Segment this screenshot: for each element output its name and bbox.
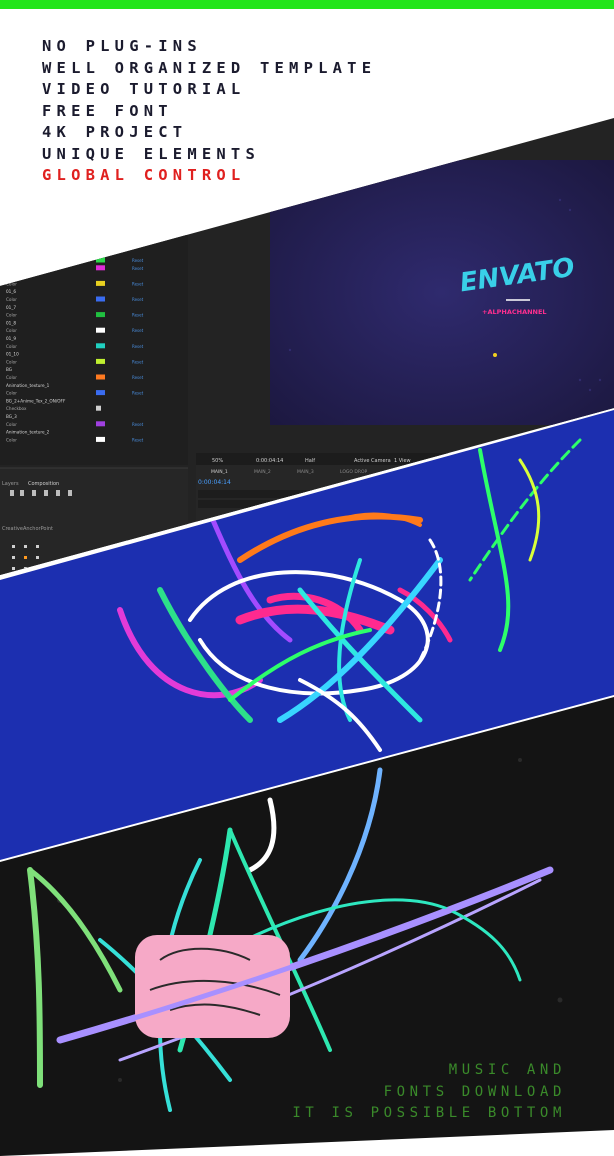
alpha-channel-text: +ALPHACHANNEL xyxy=(482,308,547,316)
effect-row-label: Color xyxy=(6,391,17,396)
tab-main-1[interactable]: MAIN_1 xyxy=(211,469,228,475)
reset-link[interactable]: Reset xyxy=(132,281,144,286)
reset-link[interactable]: Reset xyxy=(132,391,144,396)
effect-row-label: BG xyxy=(6,367,12,372)
effect-row-label: Color xyxy=(6,328,17,333)
reset-link[interactable]: Reset xyxy=(132,375,144,380)
color-swatch[interactable] xyxy=(96,280,105,286)
effect-row-label: Color xyxy=(6,375,17,380)
tab-logo-drop[interactable]: LOGO DROP xyxy=(340,469,367,475)
reset-link[interactable]: Reset xyxy=(132,297,144,302)
color-swatch[interactable] xyxy=(96,390,105,396)
effect-row-label: 01_5 xyxy=(6,274,16,279)
reset-link[interactable]: Reset xyxy=(132,344,144,349)
reset-link[interactable]: Reset xyxy=(132,266,144,271)
effect-row-label: 01_10 xyxy=(6,352,19,357)
camera-select[interactable]: Active Camera xyxy=(354,458,391,464)
viewer-timecode[interactable]: 0:00:04:14 xyxy=(256,458,283,464)
reset-link[interactable]: Reset xyxy=(132,258,144,263)
tab-main-2[interactable]: MAIN_2 xyxy=(254,469,271,475)
effect-row-label: Color xyxy=(6,313,17,318)
effect-row-label: Animation_texture_1 xyxy=(6,383,50,388)
feature-item: 4K PROJECT xyxy=(42,123,188,141)
effect-row-label: 01_9 xyxy=(6,336,16,341)
effect-row-label: Color xyxy=(6,437,17,442)
effect-row-label: Color xyxy=(6,422,17,427)
color-swatch[interactable] xyxy=(96,343,105,349)
color-swatch[interactable] xyxy=(96,265,105,271)
view-select[interactable]: 1 View xyxy=(394,458,411,464)
color-swatch[interactable] xyxy=(96,436,105,442)
reset-link[interactable]: Reset xyxy=(132,313,144,318)
feature-item: VIDEO TUTORIAL xyxy=(42,80,246,98)
feature-item-highlight: GLOBAL CONTROL xyxy=(42,166,246,184)
effect-row-label: Color xyxy=(6,266,17,271)
color-swatch[interactable] xyxy=(96,312,105,318)
timeline-timecode[interactable]: 0:00:04:14 xyxy=(198,479,231,486)
color-swatch[interactable] xyxy=(96,358,105,364)
checkbox[interactable] xyxy=(96,405,101,411)
color-swatch[interactable] xyxy=(96,296,105,302)
effect-row-label: Animation_texture_2 xyxy=(6,430,50,435)
download-note: MUSIC AND FONTS DOWNLOAD IT IS POSSIBLE … xyxy=(292,1060,566,1125)
effect-row-label: 01_6 xyxy=(6,289,16,294)
effect-row-label: Color xyxy=(6,344,17,349)
feature-item: UNIQUE ELEMENTS xyxy=(42,144,260,163)
feature-item: NO PLUG-INS xyxy=(42,37,202,55)
effect-row-label: Color xyxy=(6,281,17,286)
reset-link[interactable]: Reset xyxy=(132,422,144,427)
layers-mode[interactable]: Composition xyxy=(28,481,59,487)
effect-row-label: BG_3 xyxy=(6,414,17,419)
download-note-line: FONTS DOWNLOAD xyxy=(383,1083,566,1100)
reset-link[interactable]: Reset xyxy=(132,359,144,364)
reset-link[interactable]: Reset xyxy=(132,328,144,333)
feature-item: WELL ORGANIZED TEMPLATE xyxy=(42,58,377,77)
download-note-line: MUSIC AND xyxy=(448,1062,566,1078)
zoom-level[interactable]: 50% xyxy=(212,458,223,464)
effect-row-label: Color xyxy=(6,297,17,302)
effect-row-label: 01_8 xyxy=(6,320,16,325)
color-swatch[interactable] xyxy=(96,374,105,380)
feature-list: NO PLUG-INS WELL ORGANIZED TEMPLATE VIDE… xyxy=(42,36,376,187)
composition-viewer[interactable] xyxy=(270,160,614,425)
download-note-line: IT IS POSSIBLE BOTTOM xyxy=(292,1105,566,1121)
color-swatch[interactable] xyxy=(96,327,105,333)
effect-row-label: Color xyxy=(6,359,17,364)
effect-row-label: BG_2+Anime_Tex_2_ON/OFF xyxy=(6,398,66,403)
layers-label: Layers xyxy=(2,481,19,487)
effect-row-label: 01_7 xyxy=(6,305,16,310)
effect-row-label: Color xyxy=(6,258,17,263)
resolution-select[interactable]: Half xyxy=(305,458,315,464)
tab-main-3[interactable]: MAIN_3 xyxy=(297,469,314,475)
anchor-label: CreativeAnchorPoint xyxy=(2,526,53,532)
reset-link[interactable]: Reset xyxy=(132,437,144,442)
color-swatch[interactable] xyxy=(96,421,105,427)
effect-row-label: Checkbox xyxy=(6,406,27,411)
feature-item: FREE FONT xyxy=(42,101,173,120)
color-swatch[interactable] xyxy=(96,257,105,263)
